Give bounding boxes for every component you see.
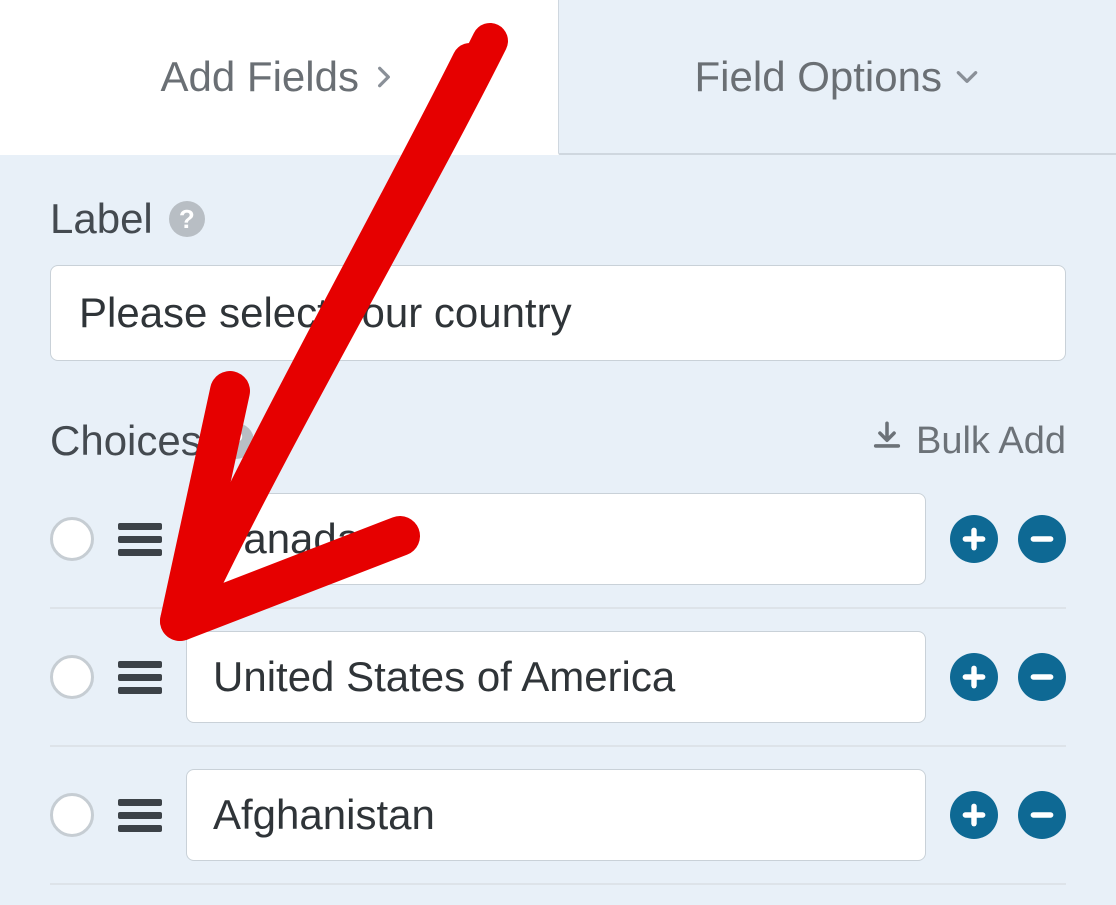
- remove-choice-button[interactable]: [1018, 791, 1066, 839]
- choice-input[interactable]: [186, 631, 926, 723]
- chevron-down-icon: [954, 64, 980, 90]
- add-choice-button[interactable]: [950, 515, 998, 563]
- choice-row: [50, 485, 1066, 609]
- help-icon[interactable]: ?: [169, 201, 205, 237]
- label-title: Label: [50, 195, 153, 243]
- download-icon: [870, 419, 904, 463]
- drag-handle-icon[interactable]: [118, 655, 162, 699]
- default-radio[interactable]: [50, 655, 94, 699]
- tab-field-options-label: Field Options: [695, 53, 942, 101]
- label-input[interactable]: [50, 265, 1066, 361]
- tab-field-options[interactable]: Field Options: [559, 0, 1116, 153]
- choice-row: [50, 747, 1066, 885]
- bulk-add-link[interactable]: Bulk Add: [870, 419, 1066, 463]
- choice-input[interactable]: [186, 769, 926, 861]
- choice-input[interactable]: [186, 493, 926, 585]
- remove-choice-button[interactable]: [1018, 653, 1066, 701]
- choices-list: [50, 485, 1066, 885]
- chevron-right-icon: [371, 64, 397, 90]
- label-header: Label ?: [50, 195, 1066, 243]
- help-icon[interactable]: ?: [218, 423, 254, 459]
- default-radio[interactable]: [50, 517, 94, 561]
- add-choice-button[interactable]: [950, 653, 998, 701]
- choices-header: Choices ? Bulk Add: [50, 417, 1066, 465]
- row-actions: [950, 515, 1066, 563]
- row-actions: [950, 791, 1066, 839]
- default-radio[interactable]: [50, 793, 94, 837]
- choice-row: [50, 609, 1066, 747]
- drag-handle-icon[interactable]: [118, 793, 162, 837]
- remove-choice-button[interactable]: [1018, 515, 1066, 563]
- choices-title: Choices: [50, 417, 202, 465]
- tabs-bar: Add Fields Field Options: [0, 0, 1116, 155]
- drag-handle-icon[interactable]: [118, 517, 162, 561]
- add-choice-button[interactable]: [950, 791, 998, 839]
- tab-add-fields-label: Add Fields: [161, 53, 359, 101]
- row-actions: [950, 653, 1066, 701]
- tab-add-fields[interactable]: Add Fields: [0, 0, 559, 155]
- field-options-panel: Label ? Choices ? Bulk Add: [0, 155, 1116, 905]
- bulk-add-label: Bulk Add: [916, 420, 1066, 463]
